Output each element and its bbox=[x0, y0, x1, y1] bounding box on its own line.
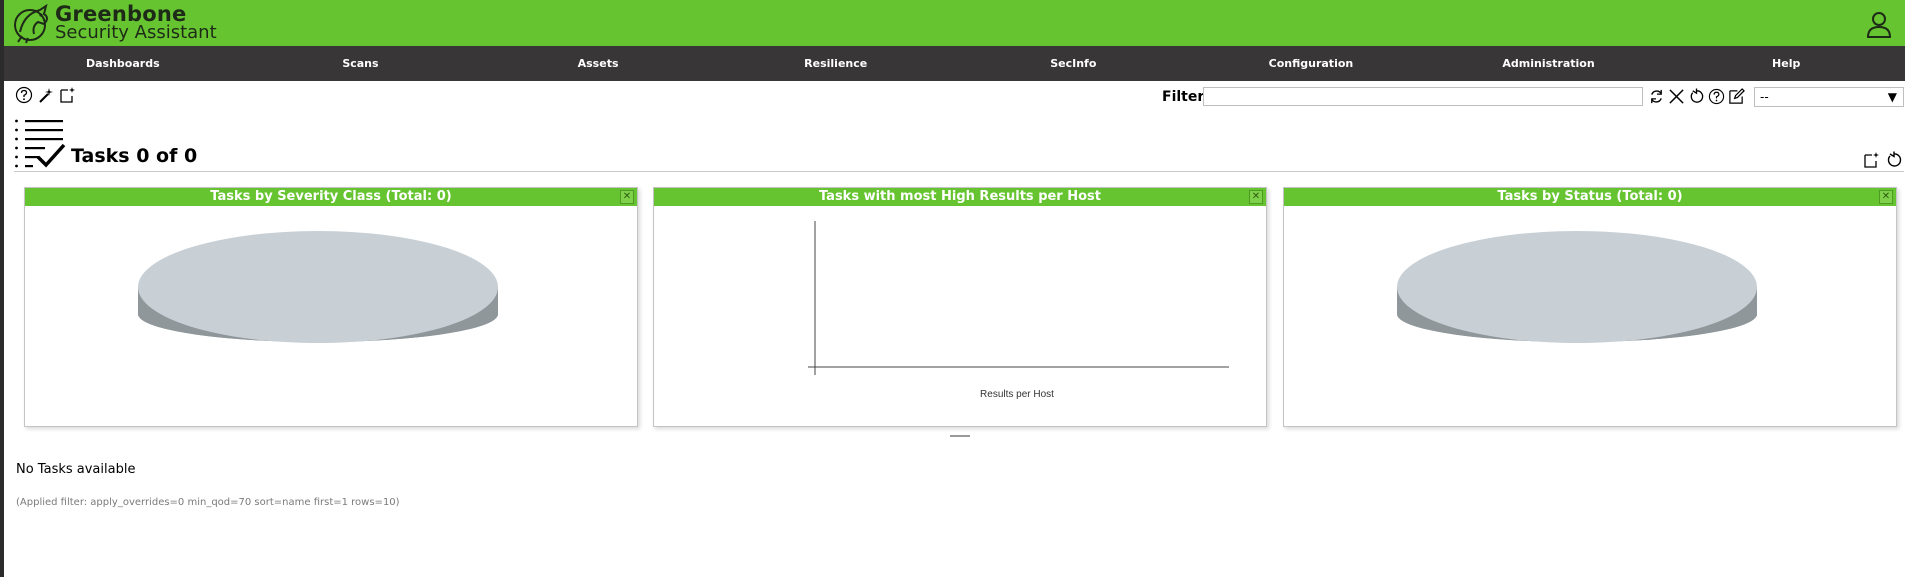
x-axis-label: Results per Host bbox=[980, 389, 1054, 400]
panel-title: Tasks by Status (Total: 0) bbox=[1497, 189, 1683, 204]
close-icon[interactable]: ✕ bbox=[1249, 190, 1263, 204]
task-list-icon bbox=[15, 119, 66, 168]
filter-help-icon[interactable] bbox=[1708, 88, 1725, 105]
nav-item-scans[interactable]: Scans bbox=[242, 46, 480, 81]
remove-filter-icon[interactable] bbox=[1668, 88, 1685, 105]
filter-input[interactable] bbox=[1203, 87, 1643, 106]
panel-status: Tasks by Status (Total: 0) ✕ bbox=[1283, 187, 1897, 427]
panel-high-results-per-host: Tasks with most High Results per Host ✕ … bbox=[653, 187, 1267, 427]
page-toolbar bbox=[15, 86, 77, 104]
user-icon[interactable] bbox=[1865, 10, 1893, 38]
panel-header[interactable]: Tasks with most High Results per Host ✕ bbox=[654, 188, 1266, 206]
nav-item-assets[interactable]: Assets bbox=[479, 46, 717, 81]
results-bar-chart: Results per Host bbox=[808, 221, 1229, 400]
update-filter-icon[interactable] bbox=[1648, 88, 1665, 105]
filter-select-value: -- bbox=[1760, 90, 1769, 104]
panel-title: Tasks with most High Results per Host bbox=[818, 189, 1102, 204]
new-task-icon[interactable] bbox=[59, 86, 77, 104]
applied-filter-text: (Applied filter: apply_overrides=0 min_q… bbox=[16, 497, 400, 508]
panel-title: Tasks by Severity Class (Total: 0) bbox=[210, 189, 452, 204]
pie-empty-slice bbox=[1397, 231, 1757, 343]
pie-empty-slice bbox=[138, 231, 498, 343]
panel-header[interactable]: Tasks by Severity Class (Total: 0) ✕ bbox=[25, 188, 637, 206]
filter-select[interactable]: -- ▼ bbox=[1754, 87, 1904, 107]
main-nav: Dashboards Scans Assets Resilience SecIn… bbox=[4, 46, 1905, 81]
page-title: Tasks 0 of 0 bbox=[71, 145, 198, 167]
dashboard-resize-handle[interactable] bbox=[950, 435, 970, 437]
nav-item-help[interactable]: Help bbox=[1667, 46, 1905, 81]
nav-item-administration[interactable]: Administration bbox=[1430, 46, 1668, 81]
nav-item-dashboards[interactable]: Dashboards bbox=[4, 46, 242, 81]
help-icon[interactable] bbox=[15, 86, 33, 104]
severity-pie-chart bbox=[138, 231, 498, 343]
nav-item-secinfo[interactable]: SecInfo bbox=[955, 46, 1193, 81]
brand-subtitle: Security Assistant bbox=[55, 22, 217, 43]
panel-severity-class: Tasks by Severity Class (Total: 0) ✕ bbox=[24, 187, 638, 427]
task-wizard-icon[interactable] bbox=[37, 86, 55, 104]
app-header: Greenbone Security Assistant bbox=[4, 0, 1905, 47]
reset-filter-icon[interactable] bbox=[1688, 88, 1705, 105]
dashboard-actions bbox=[1863, 151, 1903, 169]
nav-item-configuration[interactable]: Configuration bbox=[1192, 46, 1430, 81]
window-edge bbox=[0, 0, 4, 577]
title-divider bbox=[14, 171, 1904, 172]
filter-label: Filter bbox=[1162, 89, 1205, 105]
empty-message: No Tasks available bbox=[16, 462, 136, 477]
new-dashboard-display-icon[interactable] bbox=[1863, 151, 1881, 169]
greenbone-logo-icon[interactable] bbox=[10, 2, 54, 44]
edit-filter-icon[interactable] bbox=[1728, 88, 1745, 105]
reset-dashboard-icon[interactable] bbox=[1885, 151, 1903, 169]
status-pie-chart bbox=[1397, 231, 1757, 343]
chevron-down-icon: ▼ bbox=[1887, 90, 1897, 104]
filter-actions bbox=[1648, 88, 1745, 105]
panel-header[interactable]: Tasks by Status (Total: 0) ✕ bbox=[1284, 188, 1896, 206]
close-icon[interactable]: ✕ bbox=[1879, 190, 1893, 204]
nav-item-resilience[interactable]: Resilience bbox=[717, 46, 955, 81]
close-icon[interactable]: ✕ bbox=[620, 190, 634, 204]
